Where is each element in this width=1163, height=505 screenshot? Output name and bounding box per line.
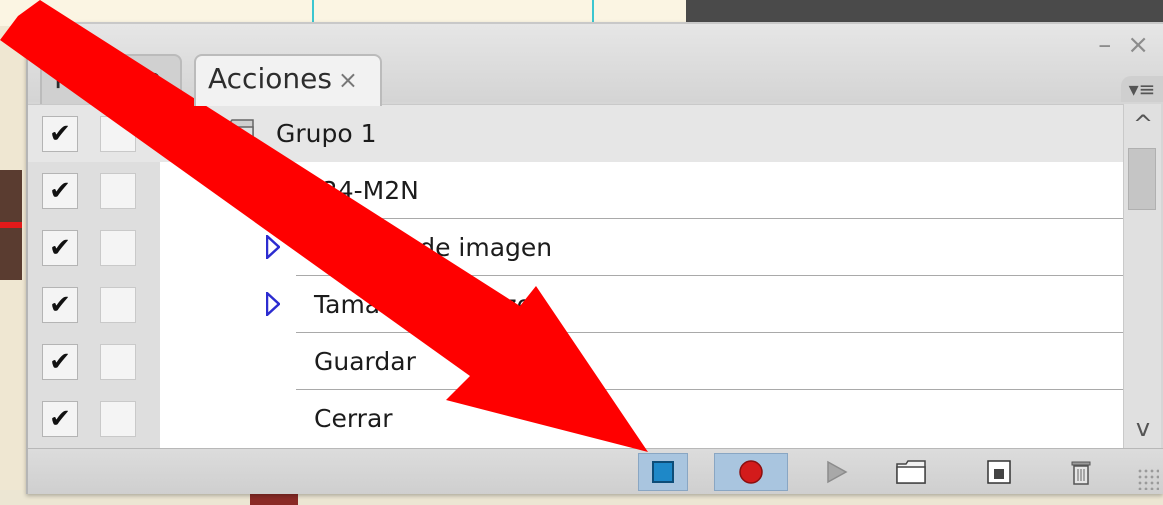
expand-triangle-icon[interactable] bbox=[266, 235, 280, 259]
toggle-item-checkbox[interactable]: ✔ bbox=[42, 230, 78, 266]
actions-panel: – × ▾≡ Historia Acciones × ✔ Grupo 1 ✔ 1… bbox=[26, 22, 1163, 494]
expand-triangle-icon[interactable] bbox=[266, 292, 280, 316]
list-item[interactable]: ✔ Tamaño de imagen bbox=[28, 219, 1123, 276]
tab-historia[interactable]: Historia bbox=[40, 54, 182, 104]
stop-recording-button[interactable] bbox=[638, 453, 688, 491]
scroll-down-button[interactable]: v bbox=[1124, 408, 1162, 448]
toggle-dialog-checkbox[interactable] bbox=[100, 230, 136, 266]
step-label: Tamaño de imagen bbox=[314, 233, 553, 262]
expand-triangle-icon[interactable] bbox=[168, 125, 188, 141]
action-label: 1024-M2N bbox=[290, 176, 419, 205]
tab-acciones[interactable]: Acciones × bbox=[194, 54, 382, 106]
trash-icon bbox=[1071, 461, 1091, 485]
step-label: Cerrar bbox=[314, 404, 393, 433]
actions-list: ✔ Grupo 1 ✔ 1024-M2N ✔ Tamaño de imagen … bbox=[28, 104, 1123, 449]
window-controls: – × bbox=[1098, 32, 1149, 58]
toggle-item-checkbox[interactable]: ✔ bbox=[42, 401, 78, 437]
scroll-up-button[interactable]: ^ bbox=[1124, 104, 1162, 144]
toggle-dialog-checkbox[interactable] bbox=[100, 116, 136, 152]
play-icon bbox=[827, 460, 848, 484]
folder-icon bbox=[216, 119, 254, 147]
new-page-icon bbox=[987, 460, 1011, 484]
list-item[interactable]: ✔ Grupo 1 bbox=[28, 105, 1123, 162]
toggle-dialog-checkbox[interactable] bbox=[100, 401, 136, 437]
new-set-button[interactable] bbox=[886, 453, 936, 491]
resize-grip[interactable] bbox=[1137, 468, 1159, 490]
play-button[interactable] bbox=[812, 453, 862, 491]
stop-icon bbox=[652, 461, 674, 483]
panel-header: – × ▾≡ Historia Acciones × bbox=[28, 24, 1163, 106]
toggle-dialog-checkbox[interactable] bbox=[100, 287, 136, 323]
minimize-button[interactable]: – bbox=[1098, 32, 1111, 58]
delete-button[interactable] bbox=[1056, 453, 1106, 491]
toggle-item-checkbox[interactable]: ✔ bbox=[42, 173, 78, 209]
list-item[interactable]: ✔ 1024-M2N bbox=[28, 162, 1123, 219]
expand-triangle-icon[interactable] bbox=[218, 184, 242, 198]
tab-label: Historia bbox=[54, 62, 162, 95]
tab-label: Acciones bbox=[208, 62, 332, 95]
list-item[interactable]: ✔ Tamaño de lienzo bbox=[28, 276, 1123, 333]
toggle-item-checkbox[interactable]: ✔ bbox=[42, 287, 78, 323]
record-icon bbox=[739, 460, 763, 484]
tab-close-icon[interactable]: × bbox=[338, 66, 358, 94]
close-panel-button[interactable]: × bbox=[1127, 32, 1149, 58]
scroll-thumb[interactable] bbox=[1128, 148, 1156, 210]
canvas-image-edge bbox=[0, 170, 22, 280]
actions-toolbar bbox=[28, 448, 1163, 494]
record-button[interactable] bbox=[714, 453, 788, 491]
group-label: Grupo 1 bbox=[276, 119, 377, 148]
folder-icon bbox=[896, 460, 926, 484]
toggle-item-checkbox[interactable]: ✔ bbox=[42, 344, 78, 380]
new-action-button[interactable] bbox=[974, 453, 1024, 491]
toggle-item-checkbox[interactable]: ✔ bbox=[42, 116, 78, 152]
step-label: Guardar bbox=[314, 347, 416, 376]
toggle-dialog-checkbox[interactable] bbox=[100, 344, 136, 380]
toggle-dialog-checkbox[interactable] bbox=[100, 173, 136, 209]
list-item[interactable]: ✔ Guardar bbox=[28, 333, 1123, 390]
step-label: Tamaño de lienzo bbox=[314, 290, 532, 319]
panel-menu-button[interactable]: ▾≡ bbox=[1121, 76, 1163, 102]
list-item[interactable]: ✔ Cerrar bbox=[28, 390, 1123, 447]
vertical-scrollbar[interactable]: ^ v bbox=[1123, 104, 1161, 448]
